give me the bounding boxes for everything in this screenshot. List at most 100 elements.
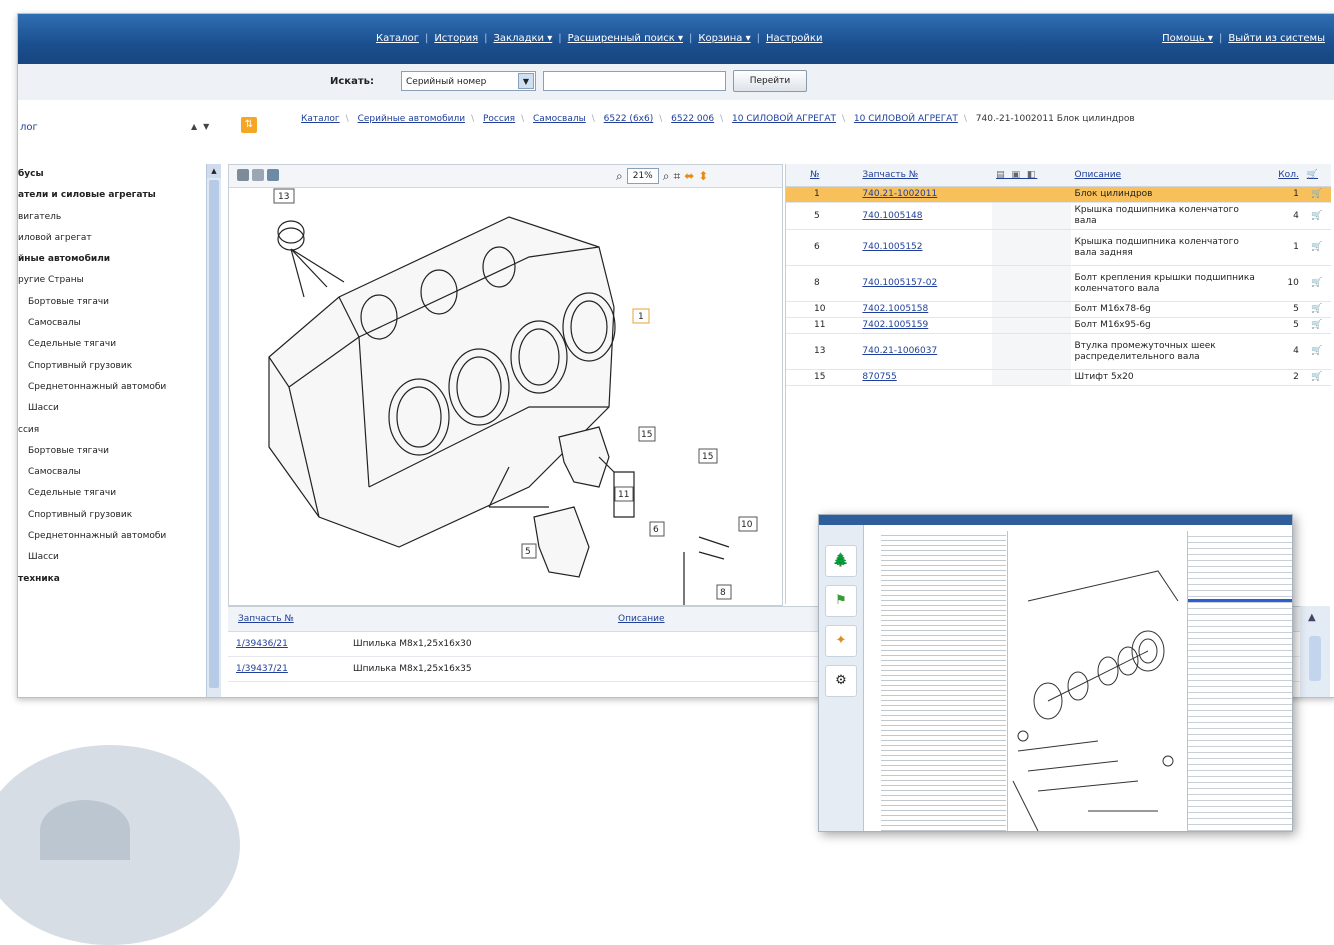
breadcrumb-item[interactable]: 10 СИЛОВОЙ АГРЕГАТ	[854, 114, 958, 124]
search-input[interactable]	[543, 71, 726, 91]
cart-icon[interactable]: 🛒	[1302, 369, 1331, 386]
col-num[interactable]: №	[786, 164, 859, 187]
go-button[interactable]: Перейти	[733, 70, 807, 92]
table-row[interactable]: 1 740.21-1002011 Блок цилиндров 1 🛒	[786, 186, 1331, 203]
tree-item[interactable]: Бортовые тягачи	[18, 441, 206, 462]
fit-page-icon[interactable]: ⌗	[673, 169, 680, 184]
part-link[interactable]: 1/39436/21	[236, 632, 288, 656]
tree-item[interactable]: техника	[18, 569, 206, 590]
part-number-link[interactable]: 740.1005148	[858, 202, 993, 230]
filter-icons[interactable]: ▤ ▣ ◧	[996, 170, 1037, 180]
print-icon[interactable]	[237, 169, 249, 181]
callout-label[interactable]: 1	[638, 312, 644, 322]
tree-item[interactable]: Самосвалы	[18, 462, 206, 483]
tree-item[interactable]: вигатель	[18, 207, 206, 228]
part-link[interactable]: 1/39437/21	[236, 657, 288, 681]
table-row[interactable]: 15 870755 Штифт 5х20 2 🛒	[786, 369, 1331, 386]
col-part-number[interactable]: Запчасть №	[858, 164, 993, 187]
tree-item[interactable]: иловой агрегат	[18, 228, 206, 249]
cart-icon[interactable]: 🛒	[1302, 301, 1331, 318]
breadcrumb-item[interactable]: Серийные автомобили	[358, 114, 466, 124]
menu-catalog[interactable]: Каталог	[370, 33, 425, 44]
menu-cart[interactable]: Корзина ▾	[692, 33, 756, 44]
callout-label[interactable]: 15	[702, 452, 713, 462]
callout-label[interactable]: 11	[618, 490, 629, 500]
table-row[interactable]: 6 740.1005152 Крышка подшипника коленчатог…	[786, 229, 1331, 266]
tree-scrollbar[interactable]: ▲	[206, 164, 221, 697]
callout-label[interactable]: 13	[278, 192, 289, 202]
tree-item[interactable]: Шасси	[18, 398, 206, 419]
tree-nav-arrows-icon[interactable]: ▲▼	[191, 122, 215, 131]
part-number-link[interactable]: 7402.1005158	[858, 301, 993, 318]
tree-item[interactable]: йные автомобили	[18, 249, 206, 270]
scroll-up-icon[interactable]: ▲	[207, 164, 221, 178]
email-icon[interactable]	[252, 169, 264, 181]
part-number-link[interactable]: 870755	[858, 369, 993, 386]
col-part-number[interactable]: Запчасть №	[238, 607, 294, 631]
col-description[interactable]: Описание	[618, 607, 665, 631]
fit-height-icon[interactable]: ⬍	[698, 169, 708, 183]
callout-label[interactable]: 5	[525, 547, 531, 557]
list-scrollbar[interactable]: ▲	[1300, 606, 1330, 697]
zoom-out-icon[interactable]: ⌕	[616, 169, 623, 184]
tree-item[interactable]: Седельные тягачи	[18, 334, 206, 355]
logout-link[interactable]: Выйти из системы	[1222, 33, 1331, 44]
scroll-thumb[interactable]	[209, 180, 219, 688]
table-row[interactable]: 13 740.21-1006037 Втулка промежуточных шее…	[786, 333, 1331, 370]
callout-label[interactable]: 10	[741, 520, 753, 530]
menu-help[interactable]: Помощь ▾	[1156, 33, 1219, 44]
chevron-down-icon[interactable]: ▼	[518, 73, 534, 89]
table-row[interactable]: 5 740.1005148 Крышка подшипника коленчатог…	[786, 202, 1331, 230]
search-type-select[interactable]: Серийный номер ▼	[401, 71, 536, 91]
tree-item[interactable]: атели и силовые агрегаты	[18, 185, 206, 206]
cart-icon[interactable]: 🛒	[1302, 317, 1331, 334]
cart-icon[interactable]: 🛒	[1302, 265, 1331, 302]
fit-width-icon[interactable]: ⬌	[684, 169, 694, 183]
tree-item[interactable]: Спортивный грузовик	[18, 505, 206, 526]
cart-icon[interactable]: 🛒	[1302, 333, 1331, 370]
exploded-view-diagram[interactable]: 13 1 15 15 11 6 10 5 8	[229, 187, 782, 605]
breadcrumb-item[interactable]: 10 СИЛОВОЙ АГРЕГАТ	[732, 114, 836, 124]
tree-item[interactable]: Самосвалы	[18, 313, 206, 334]
scroll-up-icon[interactable]: ▲	[1308, 612, 1316, 623]
table-row[interactable]: 8 740.1005157-02 Болт крепления крышки под…	[786, 265, 1331, 302]
part-number-link[interactable]: 740.1005157-02	[858, 265, 993, 302]
breadcrumb-item[interactable]: Самосвалы	[533, 114, 586, 124]
tree-item[interactable]: Шасси	[18, 547, 206, 568]
tree-item[interactable]: Бортовые тягачи	[18, 292, 206, 313]
col-qty[interactable]: Кол.	[1264, 164, 1303, 187]
menu-advanced-search[interactable]: Расширенный поиск ▾	[562, 33, 689, 44]
callout-label[interactable]: 8	[720, 588, 726, 598]
table-row[interactable]: 10 7402.1005158 Болт М16х78-6g 5 🛒	[786, 301, 1331, 318]
breadcrumb-item[interactable]: 6522 (6x6)	[604, 114, 654, 124]
breadcrumb-item[interactable]: Каталог	[301, 114, 340, 124]
tree-item[interactable]: Среднетоннажный автомоби	[18, 526, 206, 547]
breadcrumb-item[interactable]: 6522 006	[671, 114, 714, 124]
tree-item[interactable]: ссия	[18, 420, 206, 441]
tree-item[interactable]: ругие Страны	[18, 270, 206, 291]
menu-settings[interactable]: Настройки	[760, 33, 828, 44]
callout-label[interactable]: 6	[653, 525, 659, 535]
zoom-in-icon[interactable]: ⌕	[663, 169, 670, 184]
tree-item[interactable]: бусы	[18, 164, 206, 185]
tree-item[interactable]: Седельные тягачи	[18, 483, 206, 504]
cart-icon[interactable]: 🛒	[1302, 186, 1331, 203]
callout-label[interactable]: 15	[641, 430, 652, 440]
save-image-icon[interactable]	[267, 169, 279, 181]
part-number-link[interactable]: 740.21-1002011	[858, 186, 993, 203]
menu-history[interactable]: История	[428, 33, 484, 44]
tree-item[interactable]: Спортивный грузовик	[18, 356, 206, 377]
scroll-thumb[interactable]	[1309, 636, 1321, 681]
breadcrumb-item[interactable]: Россия	[483, 114, 515, 124]
tree-item[interactable]: Среднетоннажный автомоби	[18, 377, 206, 398]
cart-icon[interactable]: 🛒	[1302, 229, 1331, 266]
tree-sync-icon[interactable]: ⇅	[241, 117, 257, 133]
table-row[interactable]: 11 7402.1005159 Болт М16х95-6g 5 🛒	[786, 317, 1331, 334]
col-description[interactable]: Описание	[1070, 164, 1265, 187]
zoom-level[interactable]: 21%	[626, 168, 659, 184]
menu-bookmarks[interactable]: Закладки ▾	[488, 33, 559, 44]
part-number-link[interactable]: 740.21-1006037	[858, 333, 993, 370]
part-number-link[interactable]: 7402.1005159	[858, 317, 993, 334]
part-number-link[interactable]: 740.1005152	[858, 229, 993, 266]
cart-icon[interactable]: 🛒	[1302, 202, 1331, 230]
